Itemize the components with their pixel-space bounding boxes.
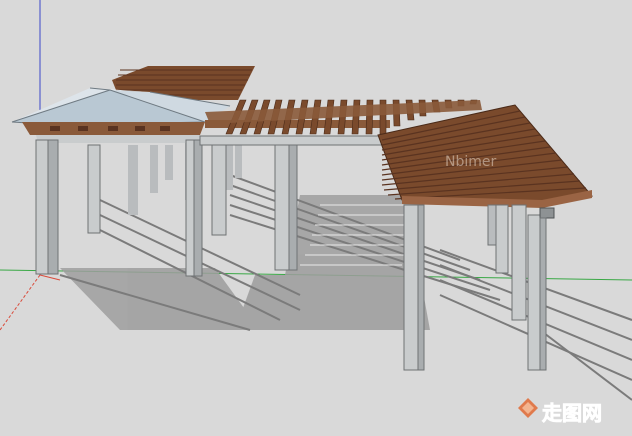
red-axis-line bbox=[0, 274, 41, 331]
right-pavilion-posts bbox=[403, 204, 555, 371]
corner-logo: 走图网 bbox=[518, 398, 602, 425]
corner-logo-text: 走图网 bbox=[542, 401, 602, 425]
nbimer-watermark-text: Nbimer bbox=[445, 154, 497, 170]
nbimer-watermark: Nbimer bbox=[445, 154, 497, 170]
corridor-posts bbox=[274, 144, 298, 271]
sketchup-viewport[interactable]: Nbimer 走图网 bbox=[0, 0, 632, 436]
red-axis-short bbox=[39, 274, 61, 281]
pergola-3d-model: Nbimer 走图网 bbox=[0, 0, 632, 425]
